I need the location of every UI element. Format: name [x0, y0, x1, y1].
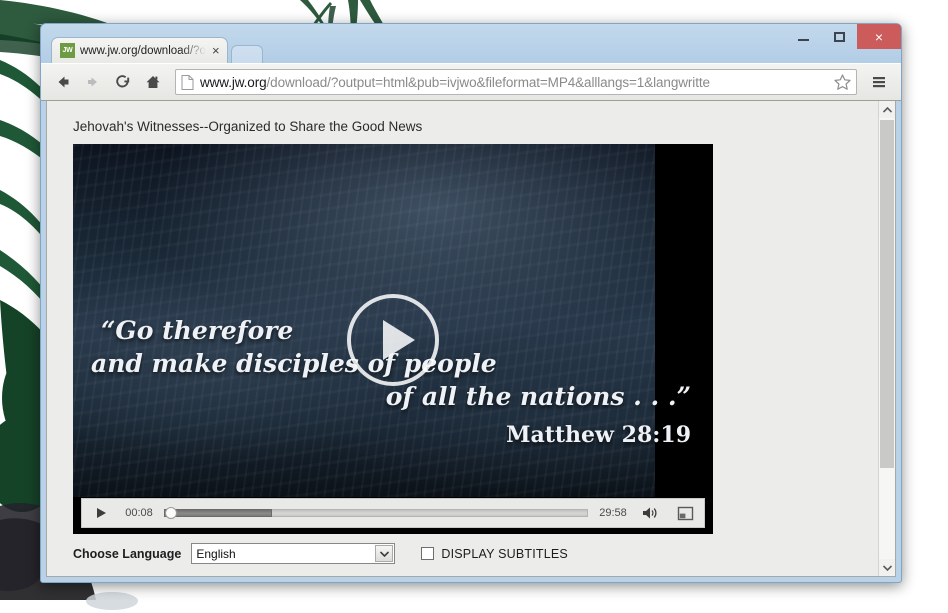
tab-title: www.jw.org/download/?o — [80, 44, 206, 57]
video-citation-text: Matthew 28:19 — [506, 422, 691, 448]
chevron-up-icon — [882, 106, 892, 113]
choose-language-label: Choose Language — [73, 546, 182, 561]
maximize-icon — [833, 31, 845, 42]
play-overlay-icon[interactable] — [345, 292, 441, 388]
new-tab-button[interactable] — [230, 45, 263, 63]
forward-arrow-icon — [88, 77, 97, 87]
subtitles-checkbox[interactable] — [421, 547, 435, 560]
fullscreen-icon — [677, 506, 693, 520]
seek-slider[interactable] — [164, 507, 588, 519]
duration-time: 29:58 — [599, 507, 627, 519]
scrollbar-track[interactable] — [879, 118, 895, 559]
url-path: /download/?output=html&pub=ivjwo&filefor… — [266, 74, 710, 90]
chevron-down-scroll-icon — [882, 564, 892, 571]
seek-progress — [164, 509, 273, 517]
video-player[interactable]: “Go therefore and make disciples of peop… — [73, 144, 713, 534]
fullscreen-button[interactable] — [672, 506, 698, 521]
window-titlebar[interactable]: × JW www.jw.org/download/?o × — [41, 24, 901, 63]
seek-handle[interactable] — [165, 507, 178, 519]
reload-icon — [116, 75, 130, 88]
maximize-button[interactable] — [821, 24, 857, 49]
tab-close-icon[interactable]: × — [212, 44, 220, 57]
page-document-icon — [181, 74, 194, 90]
close-icon: × — [874, 28, 884, 45]
current-time: 00:08 — [125, 507, 153, 519]
back-arrow-icon — [58, 76, 69, 88]
browser-menu-button[interactable] — [865, 68, 893, 96]
page-viewport: Jehovah's Witnesses--Organized to Share … — [46, 101, 896, 577]
window-controls: × — [785, 24, 901, 49]
language-select[interactable]: English — [191, 543, 396, 564]
address-bar[interactable]: www.jw.org/download/?output=html&pub=ivj… — [175, 69, 857, 95]
home-button[interactable] — [139, 68, 167, 96]
close-button[interactable]: × — [857, 24, 901, 49]
web-page-content: Jehovah's Witnesses--Organized to Share … — [47, 101, 878, 576]
vertical-scrollbar[interactable] — [878, 101, 895, 576]
url-host: www.jw.org — [200, 74, 267, 90]
hamburger-menu-icon — [873, 77, 885, 88]
browser-tab[interactable]: JW www.jw.org/download/?o × — [51, 37, 228, 63]
play-icon — [97, 508, 106, 518]
minimize-button[interactable] — [785, 24, 821, 49]
page-title: Jehovah's Witnesses--Organized to Share … — [73, 119, 423, 134]
reload-button[interactable] — [109, 68, 137, 96]
scroll-up-button[interactable] — [879, 101, 895, 118]
display-subtitles-control[interactable]: DISPLAY SUBTITLES — [421, 547, 568, 561]
scroll-down-button[interactable] — [879, 559, 895, 576]
chevron-down-glyph — [379, 550, 389, 557]
beach-object — [86, 592, 138, 610]
bookmark-star-icon[interactable] — [833, 73, 852, 91]
subtitles-label: DISPLAY SUBTITLES — [441, 546, 568, 561]
forward-button[interactable] — [79, 68, 107, 96]
volume-button[interactable] — [638, 506, 664, 520]
video-controls-bar: 00:08 29:58 — [81, 498, 705, 528]
back-button[interactable] — [49, 68, 77, 96]
minimize-icon — [797, 39, 809, 41]
language-selected-value: English — [196, 546, 236, 561]
chevron-down-icon[interactable] — [375, 545, 394, 562]
scrollbar-thumb[interactable] — [880, 120, 894, 469]
jw-favicon-icon: JW — [60, 43, 75, 58]
url-text: www.jw.org/download/?output=html&pub=ivj… — [200, 75, 830, 90]
tabstrip: JW www.jw.org/download/?o × — [51, 37, 263, 63]
desktop-wallpaper: × JW www.jw.org/download/?o × www.jw.org… — [0, 0, 948, 613]
home-icon — [146, 76, 160, 88]
browser-window: × JW www.jw.org/download/?o × www.jw.org… — [40, 23, 902, 583]
player-options-row: Choose Language English DISPLAY SUBTITLE… — [73, 543, 878, 564]
volume-icon — [643, 507, 657, 519]
play-button[interactable] — [88, 506, 114, 520]
browser-toolbar: www.jw.org/download/?output=html&pub=ivj… — [41, 63, 901, 101]
